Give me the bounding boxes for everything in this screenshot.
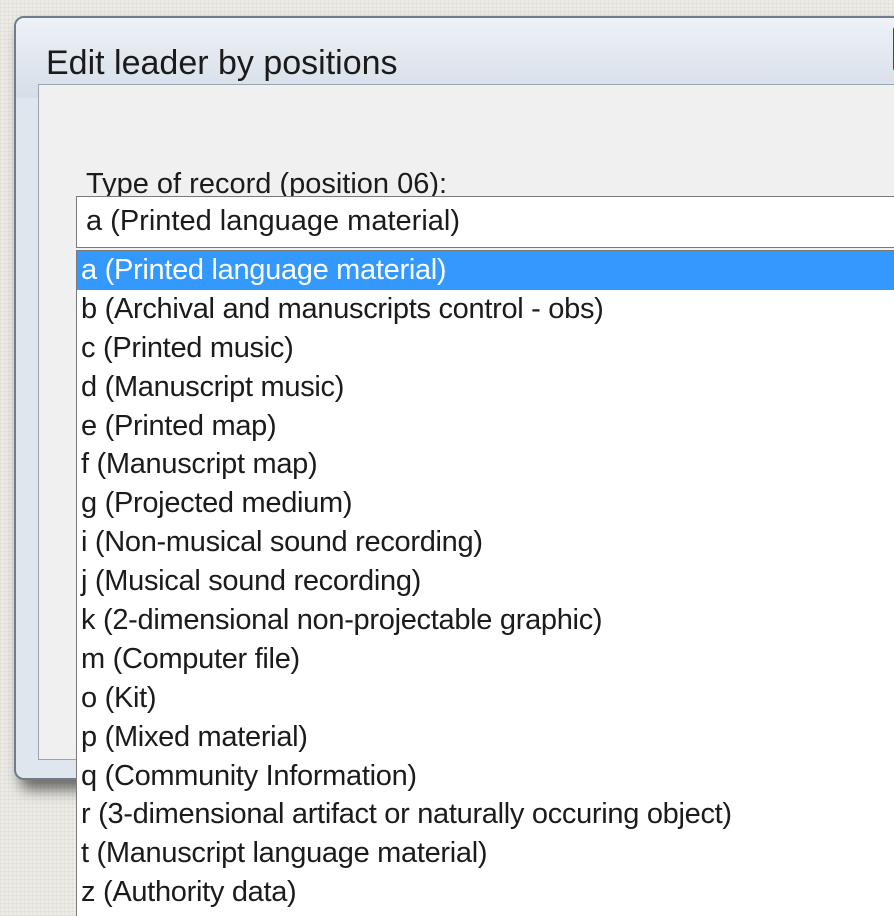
dropdown-option[interactable]: t (Manuscript language material) (77, 834, 894, 873)
dropdown-option[interactable]: a (Printed language material) (77, 251, 894, 290)
dropdown-option[interactable]: k (2-dimensional non-projectable graphic… (77, 601, 894, 640)
dropdown-option[interactable]: d (Manuscript music) (77, 368, 894, 407)
type-of-record-combobox[interactable]: a (Printed language material) (76, 196, 894, 248)
dropdown-option[interactable]: b (Archival and manuscripts control - ob… (77, 290, 894, 329)
dropdown-option[interactable]: g (Projected medium) (77, 484, 894, 523)
dropdown-option[interactable]: m (Computer file) (77, 640, 894, 679)
type-of-record-dropdown-list[interactable]: a (Printed language material) b (Archival… (76, 250, 894, 916)
dropdown-option[interactable]: o (Kit) (77, 679, 894, 718)
dropdown-option[interactable]: r (3-dimensional artifact or naturally o… (77, 795, 894, 834)
dialog-title: Edit leader by positions (46, 44, 398, 82)
dropdown-option[interactable]: q (Community Information) (77, 757, 894, 796)
combobox-selected-value: a (Printed language material) (86, 205, 460, 237)
dropdown-option[interactable]: c (Printed music) (77, 329, 894, 368)
dropdown-option[interactable]: i (Non-musical sound recording) (77, 523, 894, 562)
dropdown-option[interactable]: p (Mixed material) (77, 718, 894, 757)
dropdown-option[interactable]: e (Printed map) (77, 407, 894, 446)
dropdown-option[interactable]: j (Musical sound recording) (77, 562, 894, 601)
dropdown-option[interactable]: f (Manuscript map) (77, 445, 894, 484)
dropdown-option[interactable]: z (Authority data) (77, 873, 894, 912)
